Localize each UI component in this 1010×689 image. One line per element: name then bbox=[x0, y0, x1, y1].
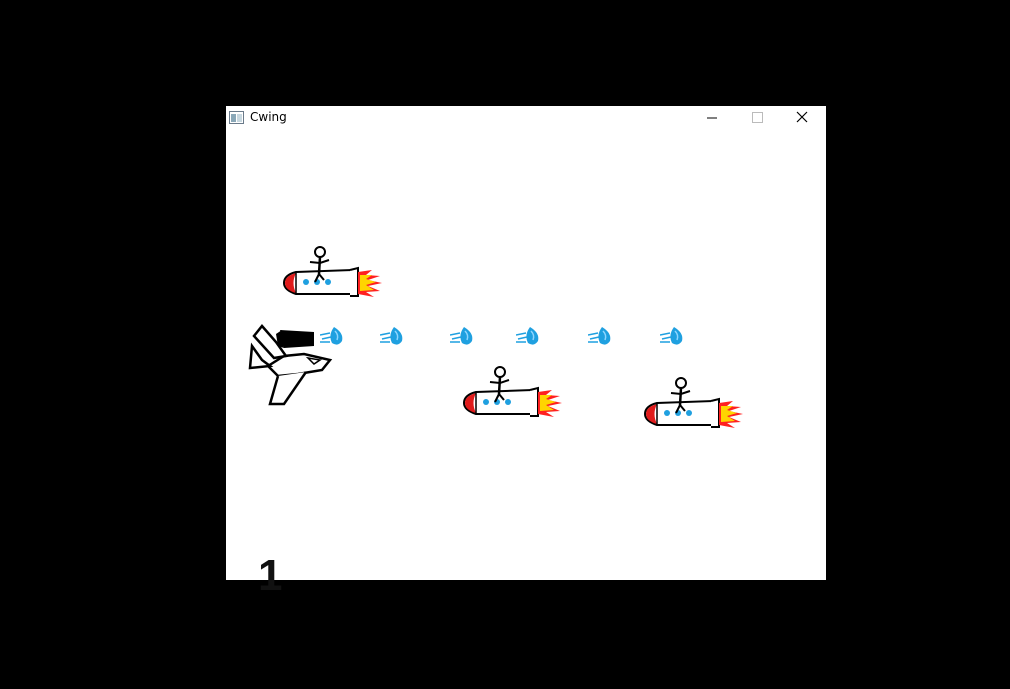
title-bar[interactable]: Cwing bbox=[226, 106, 826, 130]
app-icon bbox=[229, 111, 244, 124]
enemy-rocket bbox=[462, 365, 564, 418]
game-window: Cwing 1 bbox=[226, 106, 826, 598]
enemy-rocket bbox=[643, 376, 745, 429]
game-canvas[interactable]: 1 bbox=[226, 130, 826, 598]
close-icon bbox=[796, 111, 808, 123]
minimize-icon bbox=[707, 117, 717, 119]
bullet bbox=[588, 326, 612, 346]
maximize-button[interactable] bbox=[734, 106, 779, 130]
bullet bbox=[450, 326, 474, 346]
minimize-button[interactable] bbox=[689, 106, 734, 130]
window-title: Cwing bbox=[250, 110, 287, 124]
bullet bbox=[380, 326, 404, 346]
enemy-rocket bbox=[282, 245, 384, 298]
maximize-icon bbox=[752, 112, 763, 123]
bullet bbox=[516, 326, 540, 346]
score-counter: 1 bbox=[258, 551, 283, 600]
player-jet bbox=[248, 324, 333, 406]
bullet bbox=[660, 326, 684, 346]
close-button[interactable] bbox=[779, 106, 824, 130]
